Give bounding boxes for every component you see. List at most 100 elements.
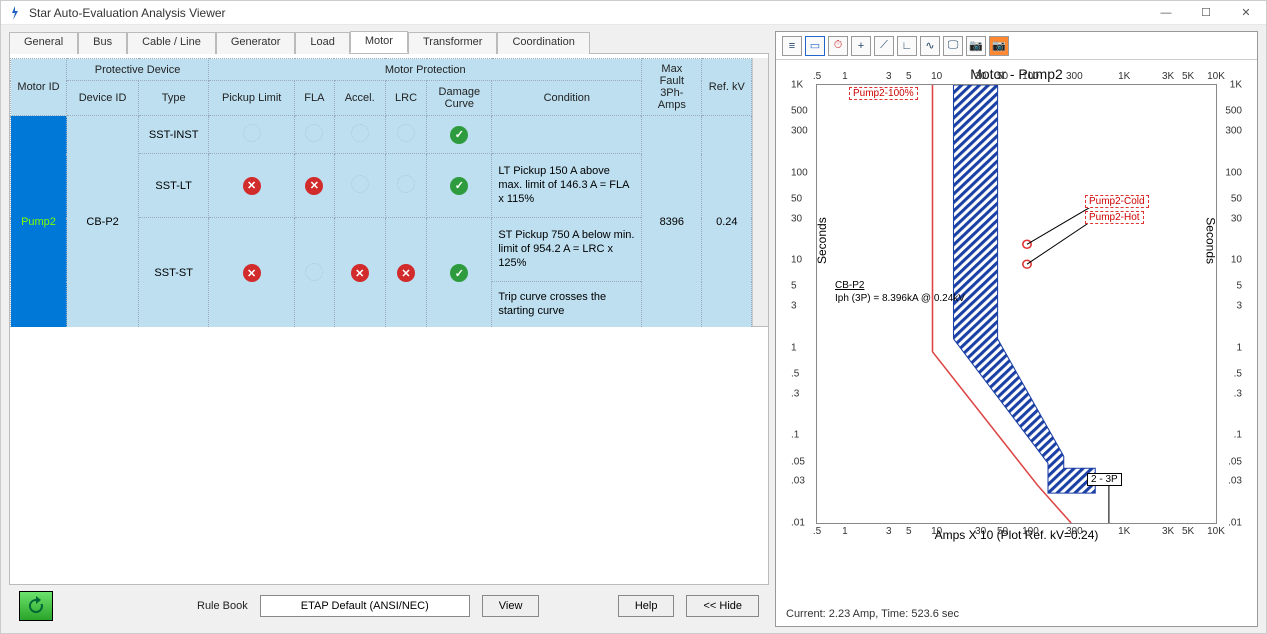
minimize-button[interactable]: —: [1146, 1, 1186, 25]
app-window: Star Auto-Evaluation Analysis Viewer — ☐…: [0, 0, 1267, 634]
timer-icon[interactable]: ⏱: [828, 36, 848, 56]
tab-coordination[interactable]: Coordination: [497, 32, 589, 54]
cell-pickup: ✕: [209, 218, 295, 329]
cell-lrc: ✕: [385, 218, 427, 329]
cell-fla: ✕: [295, 154, 334, 218]
check-icon: ✓: [450, 177, 468, 195]
tab-cable-line[interactable]: Cable / Line: [127, 32, 216, 54]
chart-title: Motor - Pump2: [786, 64, 1247, 84]
y-axis-label-right: Seconds: [1204, 217, 1218, 264]
evaluation-table: Motor ID Protective Device Motor Protect…: [10, 58, 752, 329]
cell-condition: [492, 116, 642, 154]
close-button[interactable]: ✕: [1226, 1, 1266, 25]
options-icon[interactable]: ≡: [782, 36, 802, 56]
x-axis-label: Amps X 10 (Plot Ref. kV=0.24): [786, 524, 1247, 544]
tag-pump2-100: Pump2-100%: [849, 87, 918, 100]
chart-panel: Motor - Pump2 Seconds Seconds: [786, 64, 1247, 604]
rect-icon[interactable]: ▭: [805, 36, 825, 56]
tab-transformer[interactable]: Transformer: [408, 32, 498, 54]
angle-icon[interactable]: ∟: [897, 36, 917, 56]
cell-condition: Trip curve crosses the starting curve: [492, 282, 642, 329]
col-max-fault[interactable]: Max Fault 3Ph-Amps: [642, 59, 702, 116]
titlebar: Star Auto-Evaluation Analysis Viewer — ☐…: [1, 1, 1266, 25]
window-title: Star Auto-Evaluation Analysis Viewer: [29, 6, 1146, 20]
table-scrollbar[interactable]: [752, 58, 768, 326]
col-motor-id[interactable]: Motor ID: [11, 59, 67, 116]
col-type[interactable]: Type: [139, 81, 209, 116]
wrench-icon[interactable]: ⟋: [874, 36, 894, 56]
col-fla[interactable]: FLA: [295, 81, 334, 116]
curve-icon[interactable]: ∿: [920, 36, 940, 56]
empty-panel: [9, 327, 769, 585]
tab-bus[interactable]: Bus: [78, 32, 127, 54]
cell-condition: LT Pickup 150 A above max. limit of 146.…: [492, 154, 642, 218]
cell-lrc: [385, 116, 427, 154]
empty-icon: [305, 263, 323, 281]
col-motor-protection[interactable]: Motor Protection: [209, 59, 642, 81]
label-cbp2: CB-P2: [835, 280, 864, 291]
monitor-icon[interactable]: 🖵: [943, 36, 963, 56]
app-icon: [7, 5, 23, 21]
empty-icon: [351, 124, 369, 142]
view-button[interactable]: View: [482, 595, 540, 617]
chart-toolbar: ≡ ▭ ⏱ + ⟋ ∟ ∿ 🖵 📷 📷: [776, 32, 1257, 60]
col-protective-device[interactable]: Protective Device: [67, 59, 209, 81]
cell-pickup: [209, 116, 295, 154]
tab-general[interactable]: General: [9, 32, 78, 54]
crosshair-icon[interactable]: +: [851, 36, 871, 56]
empty-icon: [351, 175, 369, 193]
tabs: General Bus Cable / Line Generator Load …: [9, 31, 769, 53]
cell-fla: [295, 218, 334, 329]
label-iph: Iph (3P) = 8.396kA @ 0.24kV: [835, 293, 965, 304]
plot-svg: [817, 85, 1216, 523]
col-ref-kv[interactable]: Ref. kV: [702, 59, 752, 116]
table-row[interactable]: Pump2 CB-P2 SST-INST ✓ 8396 0.24: [11, 116, 752, 154]
fail-icon: ✕: [243, 177, 261, 195]
cell-lrc: [385, 154, 427, 218]
empty-icon: [397, 124, 415, 142]
col-device-id[interactable]: Device ID: [67, 81, 139, 116]
empty-icon: [243, 124, 261, 142]
hide-button[interactable]: << Hide: [686, 595, 759, 617]
fail-icon: ✕: [243, 264, 261, 282]
refresh-icon: [26, 596, 46, 616]
y-axis-label-left: Seconds: [815, 217, 829, 264]
refresh-button[interactable]: [19, 591, 53, 621]
camera-color-icon[interactable]: 📷: [989, 36, 1009, 56]
maximize-button[interactable]: ☐: [1186, 1, 1226, 25]
chart-status: Current: 2.23 Amp, Time: 523.6 sec: [776, 604, 1257, 626]
cell-damage: ✓: [427, 218, 492, 329]
cell-fla: [295, 116, 334, 154]
tab-generator[interactable]: Generator: [216, 32, 296, 54]
tab-motor[interactable]: Motor: [350, 31, 408, 53]
cell-damage: ✓: [427, 154, 492, 218]
col-condition[interactable]: Condition: [492, 81, 642, 116]
cell-max-fault: 8396: [642, 116, 702, 329]
fail-icon: ✕: [351, 264, 369, 282]
cell-pickup: ✕: [209, 154, 295, 218]
cell-condition: ST Pickup 750 A below min. limit of 954.…: [492, 218, 642, 282]
help-button[interactable]: Help: [618, 595, 675, 617]
rule-book-dropdown[interactable]: ETAP Default (ANSI/NEC): [260, 595, 470, 617]
empty-icon: [397, 175, 415, 193]
rule-book-label: Rule Book: [197, 600, 248, 612]
cell-accel: ✕: [334, 218, 385, 329]
cell-device-id: CB-P2: [67, 116, 139, 329]
col-damage[interactable]: Damage Curve: [427, 81, 492, 116]
cell-type: SST-ST: [139, 218, 209, 329]
col-pickup-limit[interactable]: Pickup Limit: [209, 81, 295, 116]
tag-pump2-hot: Pump2-Hot: [1085, 211, 1144, 224]
camera-icon[interactable]: 📷: [966, 36, 986, 56]
footer-bar: Rule Book ETAP Default (ANSI/NEC) View H…: [9, 585, 769, 627]
tab-load[interactable]: Load: [295, 32, 349, 54]
tcc-plot[interactable]: Seconds Seconds: [816, 84, 1217, 524]
cell-motor-id[interactable]: Pump2: [11, 116, 67, 329]
fail-icon: ✕: [397, 264, 415, 282]
motor-tab-panel: Motor ID Protective Device Motor Protect…: [9, 53, 769, 327]
col-lrc[interactable]: LRC: [385, 81, 427, 116]
cell-damage: ✓: [427, 116, 492, 154]
tag-3p: 2 - 3P: [1087, 473, 1122, 486]
col-accel[interactable]: Accel.: [334, 81, 385, 116]
empty-icon: [305, 124, 323, 142]
cell-type: SST-INST: [139, 116, 209, 154]
